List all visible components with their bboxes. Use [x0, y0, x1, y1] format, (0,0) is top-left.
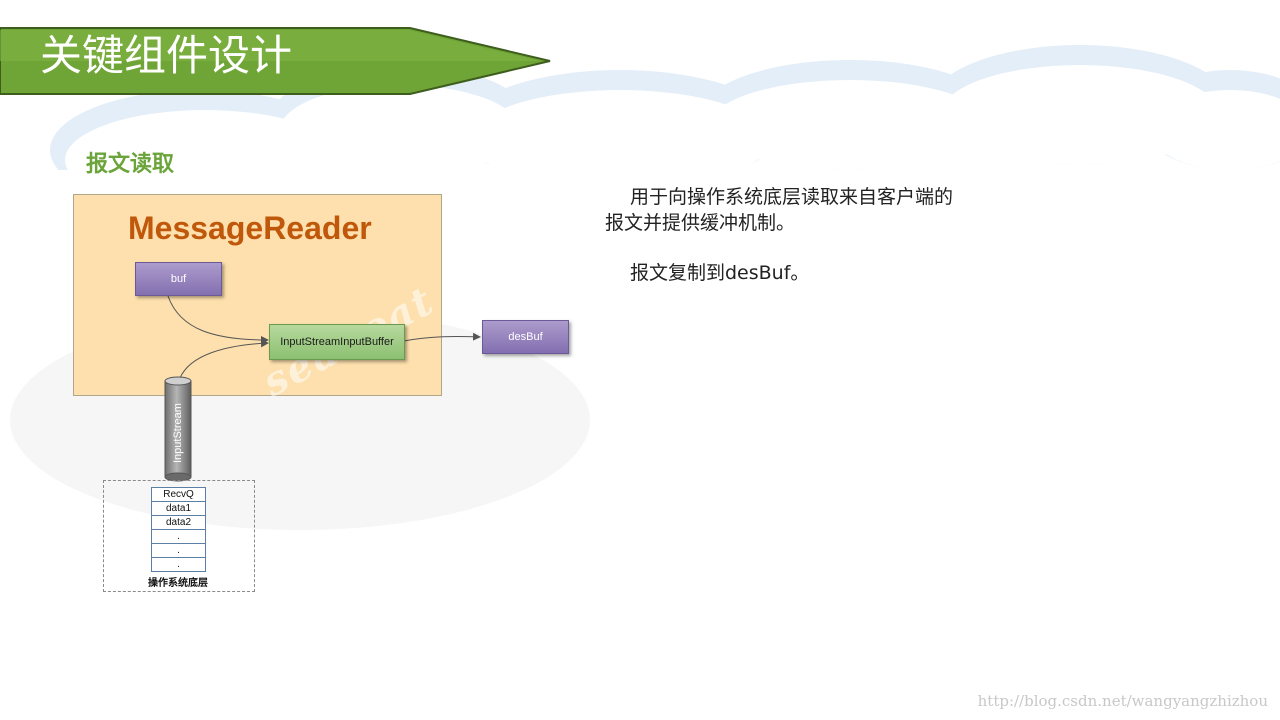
buf-to-buffer-connector [167, 295, 269, 344]
connector-lines [167, 295, 481, 379]
recv-queue: RecvQ data1 data2 . . . [151, 487, 206, 572]
blog-watermark: http://blog.csdn.net/wangyangzhizhou [977, 692, 1268, 710]
queue-cell: data1 [151, 502, 206, 516]
queue-cell: data2 [151, 516, 206, 530]
buffer-to-desbuf-connector [403, 332, 481, 342]
queue-cell: . [151, 530, 206, 544]
os-layer-label: 操作系统底层 [148, 578, 208, 589]
input-stream-input-buffer-node: InputStreamInputBuffer [269, 324, 405, 360]
description-paragraph-1: 用于向操作系统底层读取来自客户端的报文并提供缓冲机制。 [605, 186, 954, 234]
stream-to-buffer-connector [179, 339, 269, 379]
desbuf-node: desBuf [482, 320, 569, 354]
queue-cell: RecvQ [151, 487, 206, 502]
input-stream-label: InputStream [172, 403, 184, 463]
buf-node: buf [135, 262, 222, 296]
description-paragraph-2: 报文复制到desBuf。 [630, 262, 810, 284]
description-text: 用于向操作系统底层读取来自客户端的报文并提供缓冲机制。 报文复制到desBuf。 [605, 184, 965, 310]
queue-cell: . [151, 558, 206, 572]
queue-cell: . [151, 544, 206, 558]
